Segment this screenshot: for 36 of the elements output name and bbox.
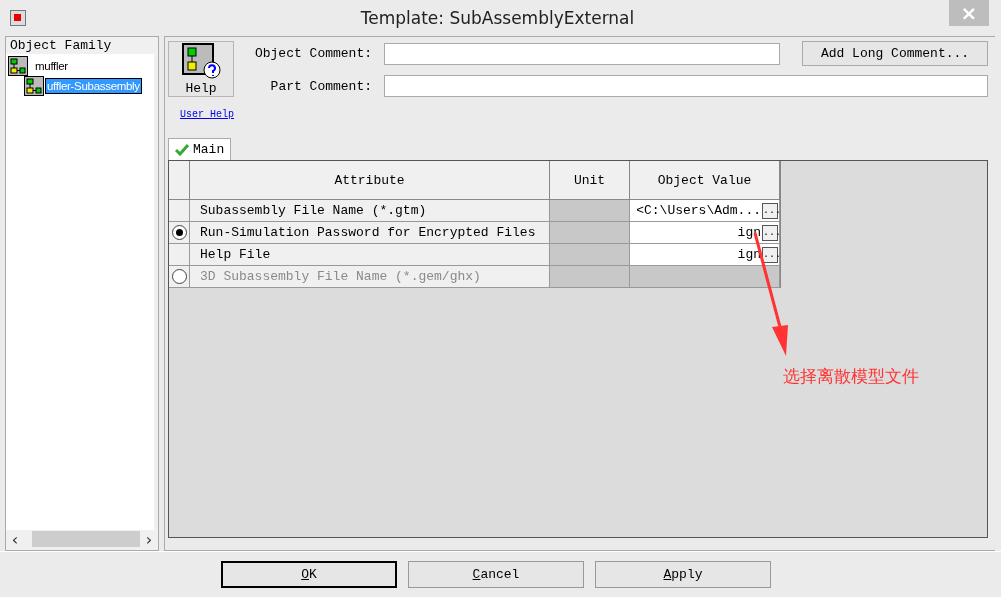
annotation-text: 选择离散模型文件 (783, 365, 919, 388)
browse-button[interactable]: ... (762, 202, 778, 219)
attribute-cell: Subassembly File Name (*.gtm) (190, 200, 550, 222)
user-help-link[interactable]: User Help (180, 109, 238, 120)
dialog-button[interactable]: Apply (595, 561, 771, 588)
browse-button[interactable]: ... (762, 224, 778, 241)
column-header: Unit (550, 161, 630, 200)
column-header: Attribute (190, 161, 550, 200)
hierarchy-icon (24, 76, 44, 96)
checkmark-icon (175, 143, 189, 156)
attribute-cell: Help File (190, 244, 550, 266)
browse-button[interactable]: ... (762, 246, 778, 263)
scroll-right-button[interactable]: › (140, 529, 158, 549)
value-cell[interactable]: ign... (630, 244, 780, 266)
help-button[interactable]: Help (168, 41, 234, 97)
add-long-comment-button[interactable]: Add Long Comment... (802, 41, 988, 66)
scrollbar-thumb[interactable] (32, 531, 140, 547)
column-header: Object Value (630, 161, 780, 200)
field-label: Part Comment: (269, 78, 372, 94)
app-icon (10, 10, 26, 26)
window-title: Template: SubAssemblyExternal (359, 8, 636, 28)
panel-title: Object Family (9, 37, 113, 54)
attribute-cell: 3D Subassembly File Name (*.gem/ghx) (190, 266, 550, 288)
field-label: Object Comment: (254, 46, 372, 61)
comment-field[interactable] (384, 75, 988, 97)
tab[interactable]: Main (168, 138, 232, 160)
value-cell[interactable]: <C:\Users\Adm...... (630, 200, 780, 222)
scroll-left-button[interactable]: ‹ (6, 529, 24, 549)
comment-field[interactable] (384, 42, 780, 65)
dialog-button[interactable]: Cancel (408, 561, 584, 588)
attribute-cell: Run-Simulation Password for Encrypted Files (190, 222, 550, 244)
hierarchy-icon (8, 56, 28, 76)
hierarchy-help-icon (181, 42, 221, 79)
header-corner (169, 161, 190, 200)
tree-item[interactable]: muffler (34, 59, 69, 73)
dialog-button[interactable]: OK (221, 561, 397, 588)
